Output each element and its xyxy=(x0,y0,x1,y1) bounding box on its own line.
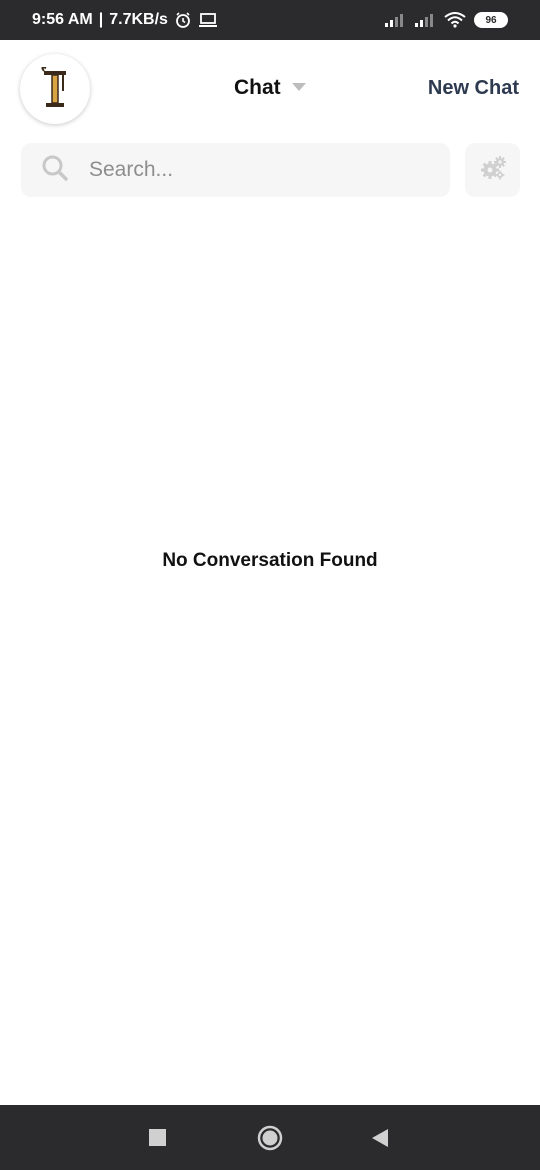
empty-state-message: No Conversation Found xyxy=(162,550,378,571)
search-box[interactable] xyxy=(21,143,450,197)
search-row xyxy=(21,143,520,197)
laptop-icon xyxy=(198,12,218,28)
chat-title-dropdown[interactable]: Chat xyxy=(234,76,307,100)
search-input[interactable] xyxy=(89,158,419,182)
battery-icon: 96 xyxy=(474,12,508,28)
gear-icon xyxy=(479,155,507,186)
navigation-bar xyxy=(0,1105,540,1170)
home-icon xyxy=(257,1125,283,1151)
avatar[interactable] xyxy=(20,54,90,124)
settings-button[interactable] xyxy=(465,143,520,197)
alarm-icon xyxy=(174,11,192,29)
back-icon xyxy=(372,1129,388,1147)
page-title: Chat xyxy=(234,76,281,99)
back-button[interactable] xyxy=(371,1128,389,1148)
new-chat-button[interactable]: New Chat xyxy=(428,77,519,100)
status-right: 96 xyxy=(384,12,508,28)
status-bar: 9:56 AM | 7.7KB/s 96 xyxy=(0,0,540,40)
wifi-icon xyxy=(444,12,466,28)
home-button[interactable] xyxy=(257,1125,283,1151)
header: Chat New Chat xyxy=(0,40,540,140)
status-time: 9:56 AM xyxy=(32,11,93,28)
recent-apps-icon xyxy=(149,1129,166,1146)
caret-down-icon xyxy=(291,79,307,97)
status-left: 9:56 AM | 7.7KB/s xyxy=(32,11,218,29)
logo-icon xyxy=(41,67,66,107)
search-icon xyxy=(41,154,69,187)
signal-icon xyxy=(414,13,436,27)
status-speed: 7.7KB/s xyxy=(109,11,168,28)
signal-icon xyxy=(384,13,406,27)
status-separator: | xyxy=(98,11,104,28)
recent-apps-button[interactable] xyxy=(149,1129,167,1147)
